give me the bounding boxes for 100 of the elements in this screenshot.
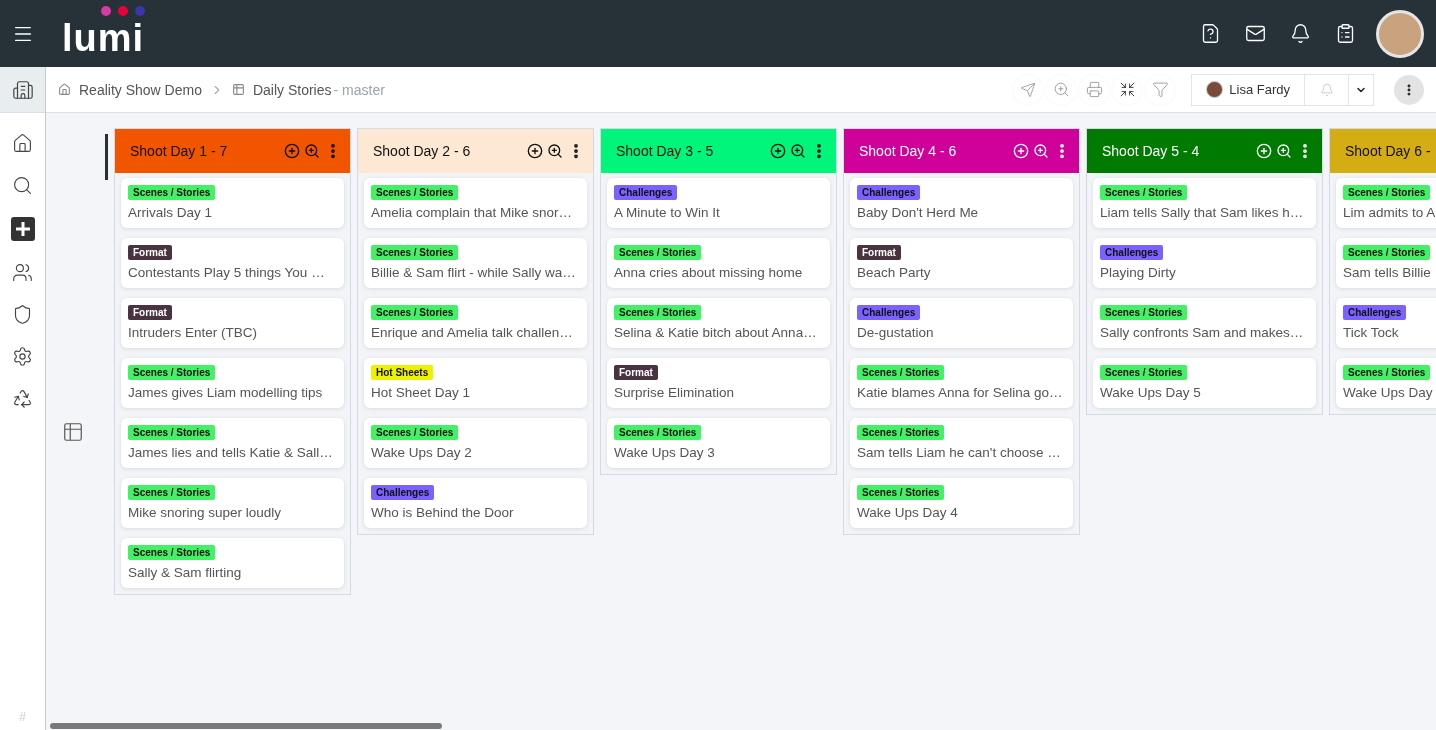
story-card[interactable]: Scenes / Stories Sam tells Liam he can't choose …: [850, 418, 1073, 468]
zoom-in-icon[interactable]: [547, 143, 563, 159]
story-card[interactable]: Challenges Tick Tock: [1336, 298, 1436, 348]
bell-icon[interactable]: [1290, 23, 1311, 44]
story-card[interactable]: Scenes / Stories Sally & Sam flirting: [121, 538, 344, 588]
story-card[interactable]: Challenges A Minute to Win It: [607, 178, 830, 228]
story-card[interactable]: Challenges Who is Behind the Door: [364, 478, 587, 528]
card-title: Liam tells Sally that Sam likes h…: [1100, 205, 1304, 220]
category-tag: Scenes / Stories: [614, 305, 702, 320]
card-title: Mike snoring super loudly: [128, 505, 282, 520]
clipboard-icon[interactable]: [1335, 23, 1356, 44]
card-title: Hot Sheet Day 1: [371, 385, 471, 400]
card-title: Wake Ups Day: [1343, 385, 1433, 400]
category-tag: Challenges: [1100, 245, 1164, 260]
footer-text: #: [19, 710, 26, 724]
story-card[interactable]: Hot Sheets Hot Sheet Day 1: [364, 358, 587, 408]
story-card[interactable]: Format Beach Party: [850, 238, 1073, 288]
story-card[interactable]: Scenes / Stories Wake Ups Day 5: [1093, 358, 1316, 408]
column-title: Shoot Day 3 - 5: [616, 143, 715, 159]
recycle-icon[interactable]: [12, 388, 33, 409]
card-title: Sam tells Liam he can't choose …: [857, 445, 1061, 460]
story-card[interactable]: Scenes / Stories Wake Ups Day: [1336, 358, 1436, 408]
category-tag: Scenes / Stories: [371, 185, 459, 200]
story-card[interactable]: Scenes / Stories James lies and tells Katie & Sall…: [121, 418, 344, 468]
card-title: Sally & Sam flirting: [128, 565, 242, 580]
category-tag: Scenes / Stories: [614, 245, 702, 260]
branch-label: - master: [333, 81, 385, 98]
card-title: Surprise Elimination: [614, 385, 735, 400]
card-title: Baby Don't Herd Me: [857, 205, 979, 220]
card-title: Wake Ups Day 5: [1100, 385, 1201, 400]
story-card[interactable]: Scenes / Stories Liam tells Sally that Sam likes h…: [1093, 178, 1316, 228]
breadcrumb-link[interactable]: Daily Stories: [252, 81, 332, 98]
category-tag: Scenes / Stories: [1343, 185, 1431, 200]
story-card[interactable]: Format Surprise Elimination: [607, 358, 830, 408]
category-tag: Format: [857, 245, 901, 260]
zoom-in-icon[interactable]: [790, 143, 806, 159]
category-tag: Scenes / Stories: [128, 485, 216, 500]
card-title: Wake Ups Day 3: [614, 445, 715, 460]
help-icon[interactable]: [1200, 23, 1221, 44]
story-card[interactable]: Format Intruders Enter (TBC): [121, 298, 344, 348]
column-title: Shoot Day 6 -: [1345, 143, 1432, 159]
story-card[interactable]: Challenges Baby Don't Herd Me: [850, 178, 1073, 228]
add-icon[interactable]: [770, 143, 786, 159]
story-card[interactable]: Scenes / Stories Arrivals Day 1: [121, 178, 344, 228]
card-title: Intruders Enter (TBC): [128, 325, 258, 340]
story-card[interactable]: Scenes / Stories Katie blames Anna for Selina go…: [850, 358, 1073, 408]
people-icon[interactable]: [12, 262, 33, 283]
category-tag: Scenes / Stories: [1100, 305, 1188, 320]
card-title: Anna cries about missing home: [614, 265, 803, 280]
story-card[interactable]: Scenes / Stories Amelia complain that Mike snor…: [364, 178, 587, 228]
story-card[interactable]: Scenes / Stories Lim admits to A: [1336, 178, 1436, 228]
category-tag: Scenes / Stories: [128, 425, 216, 440]
add-icon[interactable]: [527, 143, 543, 159]
card-title: Tick Tock: [1343, 325, 1399, 340]
card-title: Who is Behind the Door: [371, 505, 514, 520]
column-title: Shoot Day 2 - 6: [373, 143, 472, 159]
card-title: Contestants Play 5 things You …: [128, 265, 325, 280]
building-icon[interactable]: [11, 78, 34, 101]
category-tag: Scenes / Stories: [857, 485, 945, 500]
card-title: Wake Ups Day 2: [371, 445, 472, 460]
horizontal-scrollbar[interactable]: [50, 723, 442, 729]
story-card[interactable]: Scenes / Stories Sally confronts Sam and makes…: [1093, 298, 1316, 348]
card-title: Selina & Katie bitch about Anna…: [614, 325, 817, 340]
breadcrumb-link[interactable]: Reality Show Demo: [79, 81, 202, 98]
story-card[interactable]: Format Contestants Play 5 things You …: [121, 238, 344, 288]
card-title: Katie blames Anna for Selina go…: [857, 385, 1063, 400]
story-card[interactable]: Scenes / Stories James gives Liam modelling tips: [121, 358, 344, 408]
story-card[interactable]: Scenes / Stories Enrique and Amelia talk challen…: [364, 298, 587, 348]
home-icon[interactable]: [12, 133, 33, 154]
category-tag: Scenes / Stories: [857, 365, 945, 380]
category-tag: Scenes / Stories: [857, 425, 945, 440]
story-card[interactable]: Challenges Playing Dirty: [1093, 238, 1316, 288]
category-tag: Format: [128, 305, 172, 320]
story-card[interactable]: Scenes / Stories Wake Ups Day 3: [607, 418, 830, 468]
mail-icon[interactable]: [1245, 23, 1266, 44]
card-title: James lies and tells Katie & Sall…: [128, 445, 333, 460]
board-icon[interactable]: [231, 83, 245, 96]
column-title: Shoot Day 4 - 6: [859, 143, 958, 159]
card-title: James gives Liam modelling tips: [128, 385, 323, 400]
story-card[interactable]: Scenes / Stories Billie & Sam flirt - while Sally wa…: [364, 238, 587, 288]
story-card[interactable]: Challenges De-gustation: [850, 298, 1073, 348]
settings-icon[interactable]: [12, 346, 33, 367]
story-card[interactable]: Scenes / Stories Sam tells Billie: [1336, 238, 1436, 288]
story-card[interactable]: Scenes / Stories Selina & Katie bitch about Anna…: [607, 298, 830, 348]
card-title: Playing Dirty: [1100, 265, 1176, 280]
add-icon[interactable]: [10, 217, 35, 241]
category-tag: Challenges: [857, 185, 921, 200]
card-title: Wake Ups Day 4: [857, 505, 958, 520]
column-title: Shoot Day 5 - 4: [1102, 143, 1201, 159]
card-title: A Minute to Win It: [614, 205, 720, 220]
avatar[interactable]: [1376, 9, 1424, 58]
story-card[interactable]: Scenes / Stories Wake Ups Day 2: [364, 418, 587, 468]
story-card[interactable]: Scenes / Stories Anna cries about missing home: [607, 238, 830, 288]
shield-icon[interactable]: [12, 304, 33, 325]
search-icon[interactable]: [12, 175, 33, 196]
collapse-icon[interactable]: [1112, 74, 1143, 105]
category-tag: Scenes / Stories: [1100, 365, 1188, 380]
story-card[interactable]: Scenes / Stories Wake Ups Day 4: [850, 478, 1073, 528]
story-card[interactable]: Scenes / Stories Mike snoring super loudly: [121, 478, 344, 528]
category-tag: Scenes / Stories: [371, 425, 459, 440]
